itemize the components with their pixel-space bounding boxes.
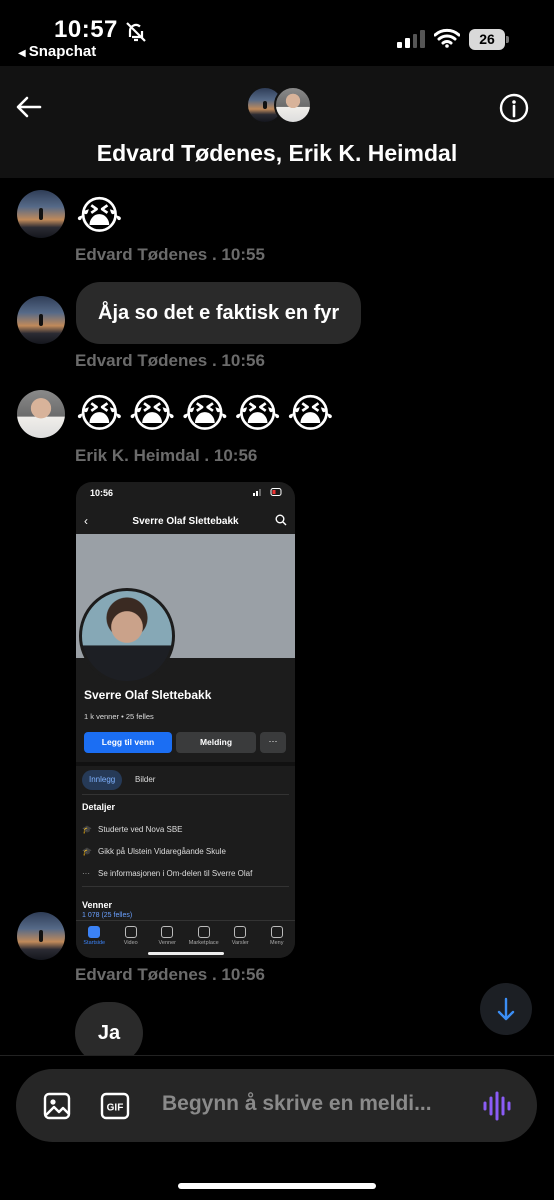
shot-topbar: ‹ Sverre Olaf Slettebakk	[76, 510, 295, 534]
bell-muted-icon	[126, 22, 146, 42]
nav-label: Marketplace	[188, 940, 219, 946]
details-heading: Detaljer	[82, 802, 116, 812]
detail-text: Se informasjonen i Om-delen til Sverre O…	[98, 869, 253, 878]
profile-stats: 1 k venner • 25 felles	[84, 712, 154, 721]
back-arrow-icon[interactable]	[14, 92, 44, 122]
nav-home: Startside	[76, 921, 113, 958]
avatar[interactable]	[17, 190, 65, 238]
message-bubble[interactable]: Åja so det e faktisk en fyr	[76, 282, 362, 344]
voice-waveform-icon[interactable]	[482, 1090, 512, 1122]
detail-text: Studerte ved Nova SBE	[98, 825, 183, 834]
battery-icon: 26	[469, 29, 509, 50]
nav-label: Venner	[158, 940, 176, 946]
nav-label: Varsler	[231, 940, 249, 946]
video-icon	[124, 926, 137, 938]
signal-icon	[397, 30, 425, 48]
shot-status-icons	[253, 488, 282, 496]
image-icon[interactable]	[42, 1091, 72, 1121]
add-friend-button: Legg til venn	[84, 732, 172, 753]
profile-name: Sverre Olaf Slettebakk	[84, 688, 212, 702]
battery-level: 26	[469, 29, 505, 50]
nav-video: Video	[113, 921, 150, 958]
back-app-label: Snapchat	[28, 43, 97, 60]
avatar[interactable]	[17, 390, 65, 438]
emoji-message[interactable]: 😭	[76, 192, 129, 240]
more-button: ···	[260, 732, 286, 753]
arrow-down-icon	[497, 997, 515, 1021]
message-input[interactable]: Begynn å skrive en meldi...	[162, 1092, 432, 1116]
home-icon	[88, 926, 101, 938]
message-meta: Edvard Tødenes . 10:56	[75, 965, 265, 984]
avatar	[274, 86, 312, 124]
shot-status-time: 10:56	[90, 488, 114, 498]
search-icon	[275, 514, 287, 526]
detail-row: 🎓 Gikk på Ulstein Vidaregåande Skule	[82, 847, 226, 856]
avatar[interactable]	[17, 296, 65, 344]
svg-text:GIF: GIF	[107, 1103, 124, 1114]
nav-menu: Meny	[259, 921, 296, 958]
friends-icon	[161, 926, 174, 938]
home-indicator	[178, 1183, 376, 1189]
nav-label: Startside	[83, 940, 106, 946]
ellipsis-icon: ···	[82, 869, 90, 878]
avatar[interactable]	[17, 912, 65, 960]
emoji-message[interactable]: 😭😭😭😭😭	[76, 390, 340, 438]
detail-text: Gikk på Ulstein Vidaregåande Skule	[98, 847, 226, 856]
info-icon[interactable]	[498, 92, 530, 124]
graduation-cap-icon: 🎓	[82, 847, 92, 856]
store-icon	[197, 926, 210, 938]
graduation-cap-icon: 🎓	[82, 825, 92, 834]
wifi-icon	[434, 28, 460, 48]
nav-notifications: Varsler	[222, 921, 259, 958]
detail-row: 🎓 Studerte ved Nova SBE	[82, 825, 183, 834]
status-time: 10:57	[54, 16, 118, 43]
message-composer[interactable]: GIF Begynn å skrive en meldi...	[16, 1069, 537, 1142]
shot-title: Sverre Olaf Slettebakk	[132, 516, 239, 527]
message-button: Melding	[176, 732, 256, 753]
message-meta: Edvard Tødenes . 10:56	[75, 351, 265, 370]
scroll-to-bottom-button[interactable]	[480, 983, 532, 1035]
message-meta: Edvard Tødenes . 10:55	[75, 245, 265, 264]
menu-icon	[270, 926, 283, 938]
tab-photos: Bilder	[135, 775, 156, 784]
friends-heading: Venner	[82, 900, 113, 910]
gif-icon[interactable]: GIF	[100, 1091, 130, 1121]
detail-row: ··· Se informasjonen i Om-delen til Sverr…	[82, 869, 252, 878]
group-avatars[interactable]	[246, 86, 312, 126]
profile-picture	[79, 588, 175, 684]
friends-count: 1 078 (25 felles)	[82, 912, 133, 919]
status-bar: 10:57 ◀ Snapchat 26	[0, 0, 554, 66]
nav-label: Meny	[270, 940, 284, 946]
back-to-app-link[interactable]: ◀ Snapchat	[18, 43, 96, 60]
chat-title[interactable]: Edvard Tødenes, Erik K. Heimdal	[0, 140, 554, 167]
shared-screenshot[interactable]: 10:56 ‹ Sverre Olaf Slettebakk Sverre Ol…	[76, 482, 295, 958]
chat-header: Edvard Tødenes, Erik K. Heimdal	[0, 66, 554, 178]
bell-icon	[234, 926, 247, 938]
composer-area: GIF Begynn å skrive en meldi...	[0, 1055, 554, 1200]
back-triangle-icon: ◀	[18, 48, 26, 59]
nav-label: Video	[123, 940, 138, 946]
tab-posts: Innlegg	[82, 770, 123, 790]
message-meta: Erik K. Heimdal . 10:56	[75, 446, 258, 465]
